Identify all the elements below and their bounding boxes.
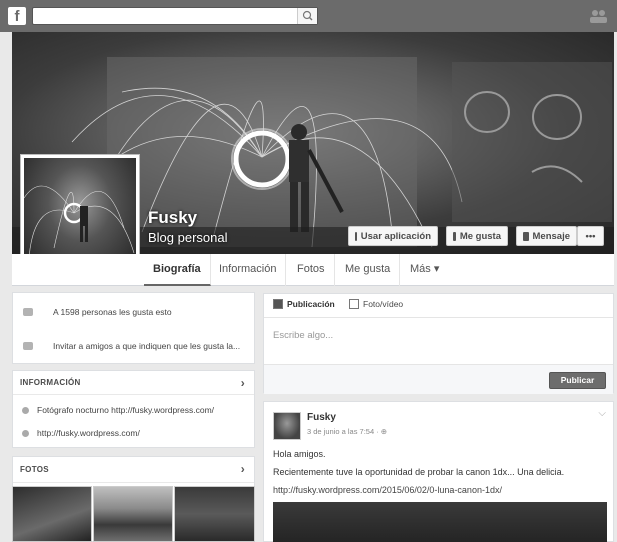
post-author-name[interactable]: Fusky (307, 412, 336, 423)
post-text-line: Recientemente tuve la oportunidad de pro… (273, 467, 565, 477)
friend-requests-icon[interactable] (589, 9, 607, 23)
info-card: INFORMACIÓN › Fotógrafo nocturno http://… (12, 370, 255, 448)
composer-footer: Publicar (264, 364, 613, 394)
more-options-icon: ••• (585, 230, 596, 242)
use-app-button[interactable]: Usar aplicación (348, 226, 438, 246)
people-icon (23, 308, 33, 316)
pencil-icon (273, 299, 283, 309)
post-link[interactable]: http://fusky.wordpress.com/2015/06/02/0-… (273, 485, 502, 495)
message-label: Mensaje (532, 230, 571, 242)
top-navigation-bar: f (0, 0, 617, 32)
likes-count-text: A 1598 personas les gusta esto (53, 307, 172, 317)
composer-tabs: Publicación Foto/vídeo (264, 294, 613, 318)
chevron-right-icon: › (240, 462, 245, 476)
photos-header[interactable]: FOTOS › (13, 457, 254, 483)
photo-thumbnail[interactable] (93, 486, 173, 542)
chevron-down-icon[interactable]: ⌵ (598, 408, 606, 419)
tab-foto-video[interactable]: Foto/vídeo (349, 299, 403, 309)
photos-header-label: FOTOS (20, 465, 49, 474)
search-icon (302, 10, 313, 21)
post-text-line: Hola amigos. (273, 449, 326, 459)
post-composer: Publicación Foto/vídeo Escribe algo... P… (263, 293, 614, 394)
composer-input[interactable]: Escribe algo... (273, 330, 333, 341)
post-card: Fusky 3 de junio a las 7:54 · ⊕ ⌵ Hola a… (263, 401, 614, 542)
more-options-button[interactable]: ••• (577, 226, 604, 246)
search-button[interactable] (297, 8, 317, 24)
info-header[interactable]: INFORMACIÓN › (13, 371, 254, 395)
photo-thumbnail[interactable] (12, 486, 92, 542)
info-header-label: INFORMACIÓN (20, 378, 81, 387)
app-icon (355, 231, 357, 241)
use-app-label: Usar aplicación (360, 230, 431, 242)
photo-thumbnail[interactable] (174, 486, 255, 542)
tab-me-gusta[interactable]: Me gusta (336, 254, 401, 286)
info-item-text: Fotógrafo nocturno http://fusky.wordpres… (37, 405, 215, 415)
message-button[interactable]: Mensaje (516, 226, 577, 246)
page-title: Fusky (148, 208, 198, 227)
thumbs-up-icon (453, 231, 456, 241)
globe-icon (22, 429, 29, 437)
tab-publicacion[interactable]: Publicación (273, 299, 335, 309)
post-author-avatar[interactable] (273, 412, 301, 440)
post-image[interactable] (273, 502, 607, 542)
tab-informacion[interactable]: Información (210, 254, 287, 286)
likes-card: A 1598 personas les gusta esto Invitar a… (12, 292, 255, 364)
like-label: Me gusta (459, 230, 501, 242)
page-navigation: Biografía Información Fotos Me gusta Más… (12, 254, 614, 286)
chat-bubble-icon (523, 231, 529, 241)
likes-count-row[interactable]: A 1598 personas les gusta esto (13, 297, 254, 327)
tab-foto-video-label: Foto/vídeo (363, 299, 404, 309)
facebook-logo[interactable]: f (8, 7, 26, 25)
website-link[interactable]: http://fusky.wordpress.com/ (37, 428, 140, 438)
info-item-description: Fotógrafo nocturno http://fusky.wordpres… (13, 399, 254, 421)
info-item-website[interactable]: http://fusky.wordpress.com/ (13, 422, 254, 444)
photo-icon (349, 299, 359, 309)
tab-publicacion-label: Publicación (287, 299, 335, 309)
tab-mas[interactable]: Más ▾ (401, 254, 448, 286)
search-input[interactable] (32, 7, 318, 25)
chevron-right-icon: › (240, 376, 245, 390)
tab-fotos[interactable]: Fotos (288, 254, 335, 286)
post-timestamp[interactable]: 3 de junio a las 7:54 · ⊕ (307, 427, 387, 436)
invite-friends-text: Invitar a amigos a que indiquen que les … (53, 341, 241, 351)
publish-button[interactable]: Publicar (549, 372, 606, 389)
info-icon (22, 406, 29, 414)
invite-icon (23, 342, 33, 350)
invite-friends-row[interactable]: Invitar a amigos a que indiquen que les … (13, 331, 254, 361)
tab-biografia[interactable]: Biografía (144, 254, 211, 286)
like-button[interactable]: Me gusta (446, 226, 508, 246)
page-category: Blog personal (148, 230, 228, 245)
